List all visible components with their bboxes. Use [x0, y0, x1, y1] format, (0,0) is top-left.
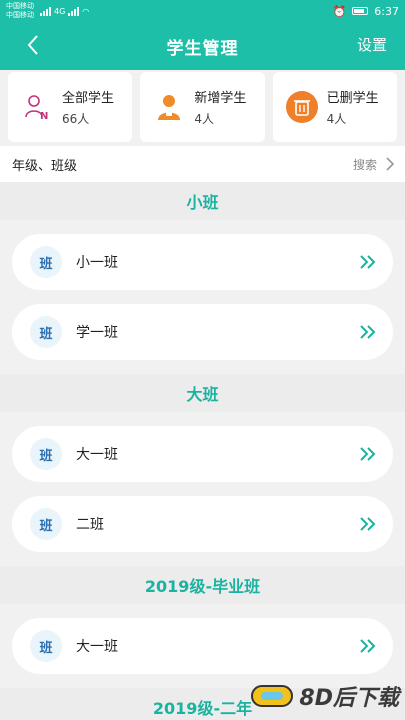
group-header: 大班	[0, 374, 405, 412]
signal-icon	[40, 6, 51, 16]
card-label: 全部学生	[62, 91, 115, 106]
class-list: 小班 班 小一班 班 学一班 大班 班 大一班 班 二班 2019级-毕业班 班	[0, 182, 405, 720]
card-count: 4人	[326, 112, 347, 126]
watermark: 8D后下载	[251, 680, 399, 712]
wifi-icon: ◠	[82, 6, 90, 16]
class-name: 二班	[76, 517, 104, 533]
student-icon: N	[20, 90, 54, 124]
card-label: 新增学生	[194, 91, 247, 106]
svg-text:N: N	[40, 111, 48, 121]
class-badge: 班	[30, 508, 62, 540]
filter-label: 年级、班级	[12, 158, 78, 174]
page-title: 学生管理	[166, 38, 239, 59]
status-bar: 中国移动 中国移动 4G ◠ ⏰ 6:37	[0, 0, 405, 22]
signal-group: 4G ◠	[40, 6, 90, 16]
trash-icon	[285, 90, 319, 124]
class-badge: 班	[30, 246, 62, 278]
watermark-logo	[251, 685, 294, 707]
double-chevron-right-icon	[360, 325, 376, 339]
alarm-icon: ⏰	[332, 4, 347, 18]
navbar: 学生管理 设置	[0, 22, 405, 70]
double-chevron-right-icon	[360, 639, 376, 653]
class-row[interactable]: 班 小一班	[12, 234, 393, 290]
card-count: 66人	[62, 112, 90, 126]
class-row[interactable]: 班 二班	[12, 496, 393, 552]
class-row[interactable]: 班 大一班	[12, 426, 393, 482]
class-row[interactable]: 班 大一班	[12, 618, 393, 674]
back-button[interactable]	[22, 32, 44, 58]
class-name: 小一班	[76, 255, 118, 271]
search-label: 搜索	[352, 157, 377, 172]
card-label: 已删学生	[326, 91, 379, 106]
chevron-right-icon	[386, 157, 395, 171]
class-badge: 班	[30, 438, 62, 470]
signal-label: 4G	[54, 6, 66, 16]
card-count: 4人	[194, 112, 214, 126]
battery-icon	[352, 7, 369, 15]
new-student-icon	[152, 90, 186, 124]
carrier-labels: 中国移动 中国移动	[6, 2, 34, 20]
class-badge: 班	[30, 316, 62, 348]
card-all-students[interactable]: N 全部学生 66人	[8, 72, 133, 142]
watermark-text: 8D后下载	[299, 686, 399, 711]
double-chevron-right-icon	[360, 255, 376, 269]
double-chevron-right-icon	[360, 447, 376, 461]
top-bar: 中国移动 中国移动 4G ◠ ⏰ 6:37 学生管理 设置	[0, 0, 405, 70]
group-header: 2019级-毕业班	[0, 566, 405, 604]
double-chevron-right-icon	[360, 517, 376, 531]
class-name: 大一班	[76, 447, 118, 463]
chevron-left-icon	[27, 35, 38, 55]
settings-button[interactable]: 设置	[357, 34, 387, 55]
class-badge: 班	[30, 630, 62, 662]
group-header: 小班	[0, 182, 405, 220]
filter-bar: 年级、班级 搜索	[0, 146, 405, 182]
card-deleted-students[interactable]: 已删学生 4人	[272, 72, 397, 142]
carrier-1: 中国移动	[6, 2, 34, 10]
class-name: 大一班	[76, 639, 118, 655]
carrier-2: 中国移动	[6, 11, 34, 19]
class-name: 学一班	[76, 325, 118, 341]
card-new-students[interactable]: 新增学生 4人	[140, 72, 265, 142]
search-button[interactable]: 搜索	[353, 156, 395, 173]
summary-cards: N 全部学生 66人 新增学生 4人 已删学生 4人	[0, 72, 405, 142]
signal-icon-2	[68, 6, 80, 16]
class-row[interactable]: 班 学一班	[12, 304, 393, 360]
clock: 6:37	[374, 4, 399, 18]
